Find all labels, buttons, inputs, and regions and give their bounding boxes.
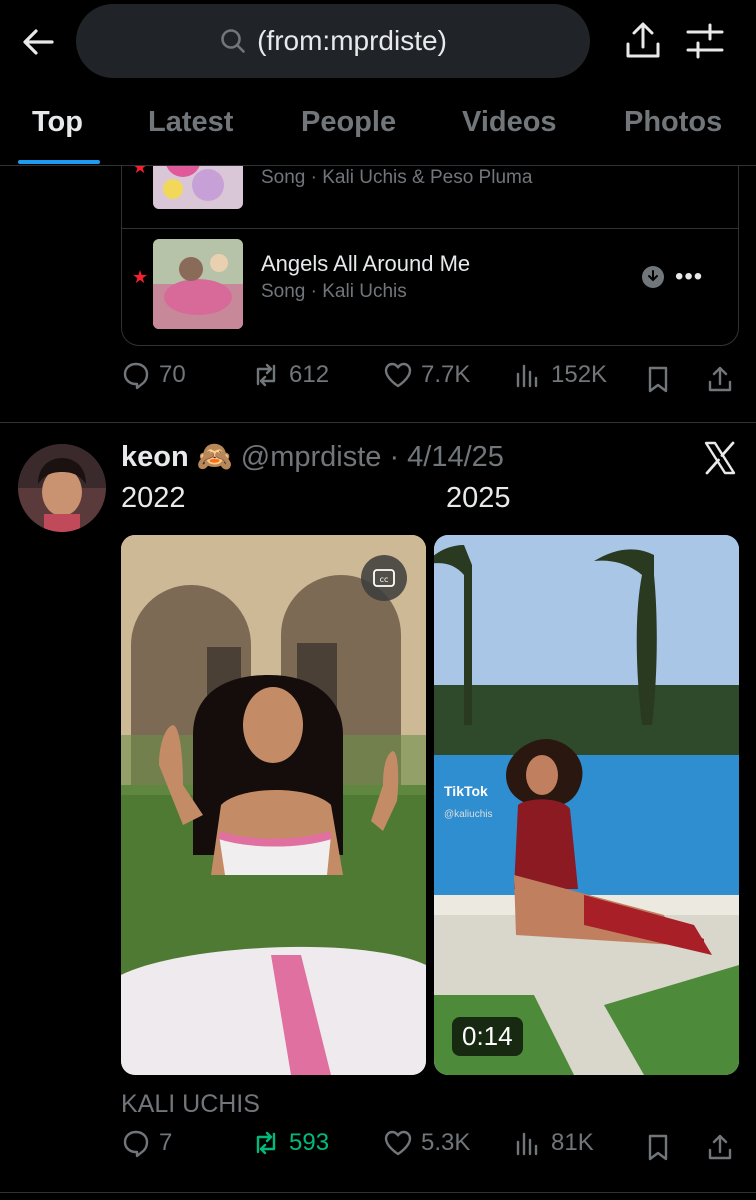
- media-caption: KALI UCHIS: [121, 1090, 260, 1118]
- tiktok-username: @kaliuchis: [444, 809, 493, 820]
- search-input[interactable]: (from:mprdiste): [76, 4, 590, 78]
- post-divider: [0, 1192, 756, 1193]
- more-icon[interactable]: •••: [675, 263, 703, 291]
- like-count: 5.3K: [421, 1129, 471, 1156]
- tab-people[interactable]: People: [301, 106, 396, 139]
- search-query: (from:mprdiste): [257, 25, 447, 56]
- x-logo-icon: [704, 441, 736, 475]
- views-count: 81K: [551, 1129, 594, 1156]
- album-art: [153, 239, 243, 329]
- post-actions: 7 593 5.3K 81K: [121, 1128, 739, 1168]
- reply-icon: [123, 1130, 149, 1158]
- heart-icon: [384, 1130, 412, 1156]
- views-count: 152K: [551, 361, 608, 388]
- tweet-text-left: 2022: [121, 482, 186, 514]
- closed-captions-icon: cc: [373, 569, 395, 587]
- display-name[interactable]: keon: [121, 441, 189, 474]
- share-icon[interactable]: [705, 1132, 735, 1162]
- tweet-header: keon 🙈 @mprdiste · 4/14/25: [121, 440, 504, 474]
- like-button[interactable]: 5.3K: [383, 1128, 470, 1158]
- repost-icon: [256, 363, 276, 387]
- name-emoji: 🙈: [196, 441, 233, 473]
- song-title: Angels All Around Me: [261, 251, 471, 276]
- tab-top[interactable]: Top: [32, 106, 83, 139]
- views-chart-icon: [516, 364, 538, 388]
- reply-icon: [123, 362, 149, 390]
- svg-text:cc: cc: [380, 575, 389, 584]
- reply-button[interactable]: 70: [121, 360, 186, 390]
- filter-icon[interactable]: [684, 20, 726, 62]
- video-duration: 0:14: [452, 1017, 523, 1056]
- closed-captions-button[interactable]: cc: [361, 555, 407, 601]
- download-icon[interactable]: [641, 265, 665, 289]
- repost-button[interactable]: 593: [251, 1128, 329, 1158]
- views-button[interactable]: 152K: [513, 360, 607, 390]
- tab-videos[interactable]: Videos: [462, 106, 557, 139]
- bookmark-icon[interactable]: [643, 364, 673, 394]
- reply-count: 7: [159, 1129, 173, 1156]
- star-icon: ★: [132, 267, 149, 287]
- like-button[interactable]: 7.7K: [383, 360, 470, 390]
- song-row[interactable]: ★ Angels All Around Me Song · Kali Uchis…: [122, 229, 738, 345]
- tweet-video-left[interactable]: cc: [121, 535, 426, 1075]
- bookmark-icon[interactable]: [643, 1132, 673, 1162]
- like-count: 7.7K: [421, 361, 471, 388]
- tiktok-watermark: TikTok: [444, 783, 488, 799]
- repost-icon: [256, 1131, 276, 1155]
- song-meta: Song · Kali Uchis & Peso Pluma: [261, 167, 533, 188]
- tab-photos[interactable]: Photos: [624, 106, 722, 139]
- views-button[interactable]: 81K: [513, 1128, 594, 1158]
- back-arrow-icon[interactable]: [18, 22, 58, 62]
- reply-button[interactable]: 7: [121, 1128, 172, 1158]
- user-handle[interactable]: @mprdiste: [241, 441, 382, 474]
- avatar[interactable]: [18, 444, 106, 532]
- heart-icon: [384, 362, 412, 388]
- repost-count: 612: [289, 361, 330, 388]
- search-header: (from:mprdiste) Top Latest People Videos…: [0, 0, 756, 166]
- repost-count: 593: [289, 1129, 330, 1156]
- reply-count: 70: [159, 361, 186, 388]
- share-icon[interactable]: [705, 364, 735, 394]
- active-tab-indicator: [18, 160, 100, 164]
- views-chart-icon: [516, 1132, 538, 1156]
- tab-latest[interactable]: Latest: [148, 106, 233, 139]
- search-tabs: Top Latest People Videos Photos: [0, 96, 756, 166]
- repost-button[interactable]: 612: [251, 360, 329, 390]
- tweet-video-right[interactable]: TikTok @kaliuchis 0:14: [434, 535, 739, 1075]
- share-icon[interactable]: [622, 20, 664, 62]
- song-meta: Song · Kali Uchis: [261, 281, 407, 302]
- post-divider: [0, 422, 756, 423]
- search-icon: [221, 29, 245, 53]
- post-date[interactable]: · 4/14/25: [389, 441, 503, 474]
- tweet-text-right: 2025: [446, 482, 511, 514]
- post-actions: 70 612 7.7K 152K: [121, 360, 739, 400]
